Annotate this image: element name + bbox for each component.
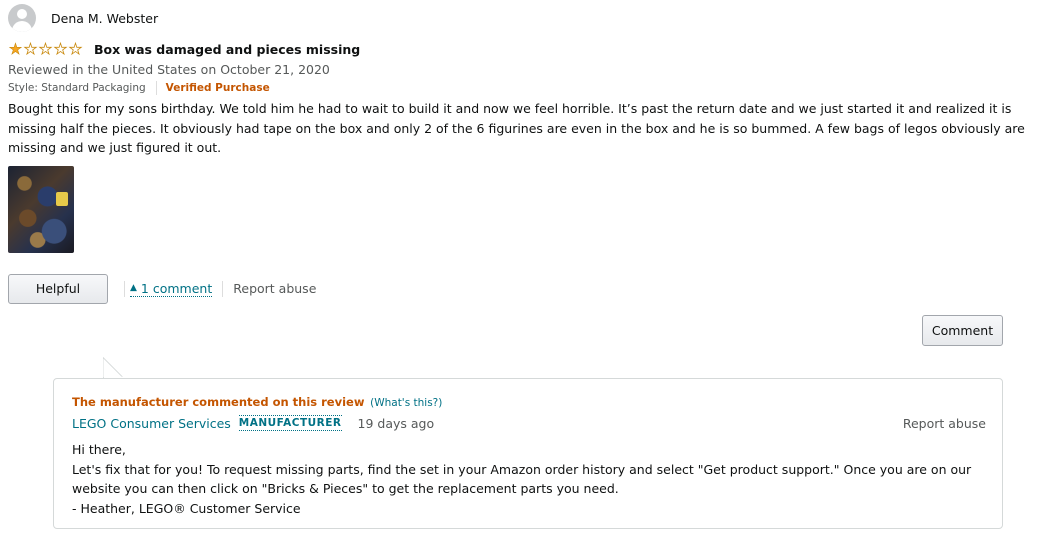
report-abuse-link[interactable]: Report abuse	[903, 416, 986, 431]
avatar-icon[interactable]	[8, 4, 36, 32]
review-actions: Helpful ▲ 1 comment Report abuse	[8, 273, 1053, 304]
comment-button[interactable]: Comment	[922, 315, 1003, 346]
comment-line: - Heather, LEGO® Customer Service	[72, 500, 301, 516]
manufacturer-comment-heading: The manufacturer commented on this revie…	[72, 395, 442, 409]
divider	[222, 280, 224, 297]
verified-purchase-badge: Verified Purchase	[165, 82, 270, 94]
manufacturer-comment-body: Hi there, Let's fix that for you! To req…	[72, 440, 992, 518]
review-title-row: ★ ★ ★ ★ ★ Box was damaged and pieces mis…	[8, 41, 1053, 57]
helpful-button[interactable]: Helpful	[8, 273, 108, 304]
star-filled-icon: ★	[8, 39, 23, 58]
star-outline-icon: ★	[68, 39, 83, 58]
whats-this-link[interactable]: (What's this?)	[370, 397, 442, 409]
manufacturer-badge[interactable]: MANUFACTURER	[238, 415, 342, 431]
star-outline-icon: ★	[38, 39, 53, 58]
manufacturer-name-link[interactable]: LEGO Consumer Services	[72, 416, 231, 431]
star-outline-icon: ★	[53, 39, 68, 58]
review-body: Bought this for my sons birthday. We tol…	[8, 101, 1025, 155]
manufacturer-heading-text: The manufacturer commented on this revie…	[72, 395, 365, 409]
divider	[155, 81, 157, 95]
profile-row: Dena M. Webster	[8, 4, 1053, 32]
comments-count: 1 comment	[140, 280, 213, 296]
manufacturer-comment-box: The manufacturer commented on this revie…	[53, 378, 1003, 529]
review-date: Reviewed in the United States on October…	[8, 62, 330, 77]
comment-line: Let's fix that for you! To request missi…	[72, 461, 972, 497]
review-image-thumbnail[interactable]	[8, 165, 74, 253]
format-row: Style: Standard Packaging Verified Purch…	[8, 80, 1053, 96]
format-style[interactable]: Style: Standard Packaging	[8, 80, 146, 96]
star-rating[interactable]: ★ ★ ★ ★ ★	[8, 39, 83, 58]
comment-timestamp: 19 days ago	[357, 415, 435, 431]
star-outline-icon: ★	[23, 39, 38, 58]
manufacturer-meta-row: LEGO Consumer Services MANUFACTURER 19 d…	[72, 414, 986, 432]
review-card: Dena M. Webster ★ ★ ★ ★ ★ Box was damage…	[8, 4, 1053, 304]
review-title[interactable]: Box was damaged and pieces missing	[94, 42, 360, 57]
caret-up-icon: ▲	[130, 282, 137, 293]
callout-pointer	[103, 357, 125, 379]
profile-name[interactable]: Dena M. Webster	[51, 11, 158, 26]
comments-toggle-link[interactable]: ▲ 1 comment	[130, 280, 213, 297]
report-abuse-link[interactable]: Report abuse	[233, 281, 316, 296]
divider	[124, 280, 125, 297]
comment-line: Hi there,	[72, 442, 126, 457]
